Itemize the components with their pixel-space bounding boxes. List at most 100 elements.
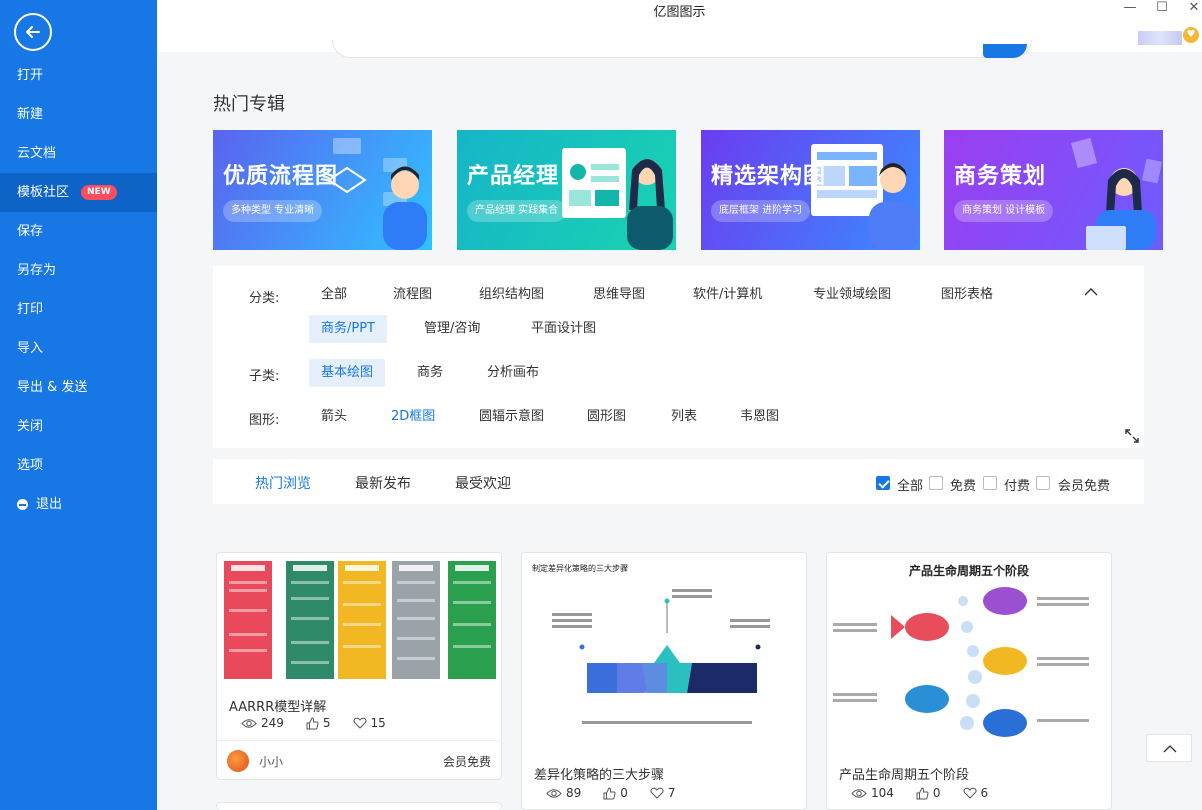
shape-list[interactable]: 列表 <box>659 403 709 431</box>
template-name[interactable]: 产品生命周期五个阶段 <box>839 764 969 783</box>
banner-product-manager[interactable]: 产品经理 产品经理 实践集合 <box>457 130 676 250</box>
sidebar-menu: 打开 新建 云文档 模板社区 NEW 保存 另存为 打印 导入 导出 & 发送 … <box>0 56 157 524</box>
banner-business-planning[interactable]: 商务策划 商务策划 设计模板 <box>944 130 1163 250</box>
template-card[interactable]: 产品生命周期五个阶段 产品生命周期五个阶段 104 0 6 <box>826 552 1112 810</box>
shape-label: 图形: <box>249 413 280 428</box>
category-graphic-design[interactable]: 平面设计图 <box>519 315 608 343</box>
vip-icon: ♥ <box>1183 27 1199 43</box>
category-software[interactable]: 软件/计算机 <box>681 281 774 309</box>
category-business-ppt[interactable]: 商务/PPT <box>309 315 387 343</box>
minimize-button[interactable]: — <box>1120 0 1140 15</box>
sidebar-item-export-send[interactable]: 导出 & 发送 <box>0 368 157 407</box>
new-badge: NEW <box>81 185 117 200</box>
template-card-partial[interactable] <box>216 802 502 810</box>
shape-venn[interactable]: 韦恩图 <box>728 403 791 431</box>
banner-flowchart[interactable]: 优质流程图 多种类型 专业清晰 <box>213 130 432 250</box>
banner-title: 优质流程图 <box>223 164 339 189</box>
shape-arrow[interactable]: 箭头 <box>309 403 359 431</box>
heart-icon[interactable] <box>352 717 367 729</box>
template-thumbnail: 制定差异化策略的三大步骤 <box>532 563 770 724</box>
banner-subtitle: 产品经理 实践集合 <box>467 200 567 222</box>
template-stats: 249 5 15 <box>241 716 386 730</box>
checkbox-all[interactable] <box>876 476 890 490</box>
heart-icon[interactable] <box>962 787 977 799</box>
favorites-count: 7 <box>667 786 676 800</box>
checkbox-paid[interactable] <box>983 476 997 490</box>
category-mind-map[interactable]: 思维导图 <box>581 281 657 309</box>
flowchart-illustration <box>327 138 427 250</box>
subcategory-analysis-canvas[interactable]: 分析画布 <box>475 359 551 387</box>
section-title: 热门专辑 <box>213 94 285 115</box>
sidebar-item-save[interactable]: 保存 <box>0 212 157 251</box>
checkbox-free-label: 免费 <box>950 479 977 494</box>
close-button[interactable]: ✕ <box>1184 0 1202 15</box>
sidebar-item-cloud-docs[interactable]: 云文档 <box>0 134 157 173</box>
category-all[interactable]: 全部 <box>309 281 359 309</box>
tab-favorite[interactable]: 最受欢迎 <box>455 473 511 493</box>
sidebar-item-new[interactable]: 新建 <box>0 95 157 134</box>
sidebar-item-options[interactable]: 选项 <box>0 446 157 485</box>
thumbs-up-icon[interactable] <box>306 716 319 730</box>
sidebar-item-exit[interactable]: 退出 <box>0 485 157 524</box>
tab-hot[interactable]: 热门浏览 <box>255 473 311 493</box>
template-card[interactable]: AARRR模型详解 249 5 15 小小 会员免费 <box>216 552 502 780</box>
views-count: 249 <box>261 716 284 730</box>
chevron-up-icon[interactable] <box>1084 286 1098 301</box>
category-flowchart[interactable]: 流程图 <box>381 281 444 309</box>
sidebar-item-open[interactable]: 打开 <box>0 56 157 95</box>
scroll-to-top-button[interactable] <box>1146 734 1192 762</box>
sidebar-item-close[interactable]: 关闭 <box>0 407 157 446</box>
maximize-button[interactable]: ☐ <box>1152 0 1172 15</box>
user-name-blurred[interactable] <box>1138 31 1182 45</box>
shape-circle[interactable]: 圆形图 <box>575 403 638 431</box>
template-stats: 89 0 7 <box>546 786 676 800</box>
template-thumbnail <box>224 561 496 679</box>
checkbox-all-label: 全部 <box>897 479 924 494</box>
category-graphic-table[interactable]: 图形表格 <box>929 281 1005 309</box>
thumbs-up-icon[interactable] <box>916 786 929 800</box>
template-name[interactable]: AARRR模型详解 <box>229 696 326 715</box>
category-professional[interactable]: 专业领域绘图 <box>801 281 903 309</box>
chevron-up-icon <box>1163 745 1177 753</box>
avatar[interactable] <box>227 750 249 772</box>
likes-count: 0 <box>620 786 628 800</box>
business-planning-illustration <box>1070 137 1163 250</box>
architecture-illustration <box>811 144 919 250</box>
search-input[interactable] <box>332 40 1032 58</box>
category-management[interactable]: 管理/咨询 <box>412 315 492 343</box>
sidebar-item-save-as[interactable]: 另存为 <box>0 251 157 290</box>
tab-latest[interactable]: 最新发布 <box>355 473 411 493</box>
favorites-count: 15 <box>370 716 386 730</box>
sidebar-item-template-community[interactable]: 模板社区 NEW <box>0 173 157 212</box>
eye-icon <box>851 788 867 798</box>
template-card[interactable]: 制定差异化策略的三大步骤 差异化策略的三大步骤 89 0 7 <box>521 552 807 810</box>
price-label: 会员免费 <box>442 755 491 769</box>
category-org-chart[interactable]: 组织结构图 <box>467 281 556 309</box>
heart-icon[interactable] <box>650 787 664 799</box>
template-stats: 104 0 6 <box>851 786 988 800</box>
subcategory-business[interactable]: 商务 <box>405 359 455 387</box>
thumbnail-title: 产品生命周期五个阶段 <box>909 563 1030 578</box>
shape-2d-block[interactable]: 2D框图 <box>379 403 447 431</box>
checkbox-free[interactable] <box>929 476 943 490</box>
banner-subtitle: 底层框架 进阶学习 <box>711 200 811 222</box>
banner-architecture[interactable]: 精选架构图 底层框架 进阶学习 <box>701 130 920 250</box>
banner-subtitle: 多种类型 专业清晰 <box>223 200 323 222</box>
back-button[interactable] <box>14 13 52 51</box>
sort-tabs-bar: 热门浏览 最新发布 最受欢迎 全部 免费 付费 会员免费 <box>213 459 1144 504</box>
sidebar-item-print[interactable]: 打印 <box>0 290 157 329</box>
subcategory-basic-drawing[interactable]: 基本绘图 <box>309 359 386 387</box>
exit-icon <box>17 499 28 510</box>
sidebar-item-import[interactable]: 导入 <box>0 329 157 368</box>
eye-icon <box>546 788 562 798</box>
template-name[interactable]: 差异化策略的三大步骤 <box>534 764 664 783</box>
favorites-count: 6 <box>980 786 989 800</box>
eye-icon <box>241 718 257 728</box>
thumbs-up-icon[interactable] <box>603 786 616 800</box>
product-manager-illustration <box>562 148 673 250</box>
expand-icon[interactable] <box>1124 428 1140 448</box>
checkbox-member-free[interactable] <box>1036 476 1050 490</box>
shape-radial[interactable]: 圆辐示意图 <box>467 403 556 431</box>
template-footer: 小小 会员免费 <box>217 740 501 779</box>
author-name[interactable]: 小小 <box>259 753 283 770</box>
